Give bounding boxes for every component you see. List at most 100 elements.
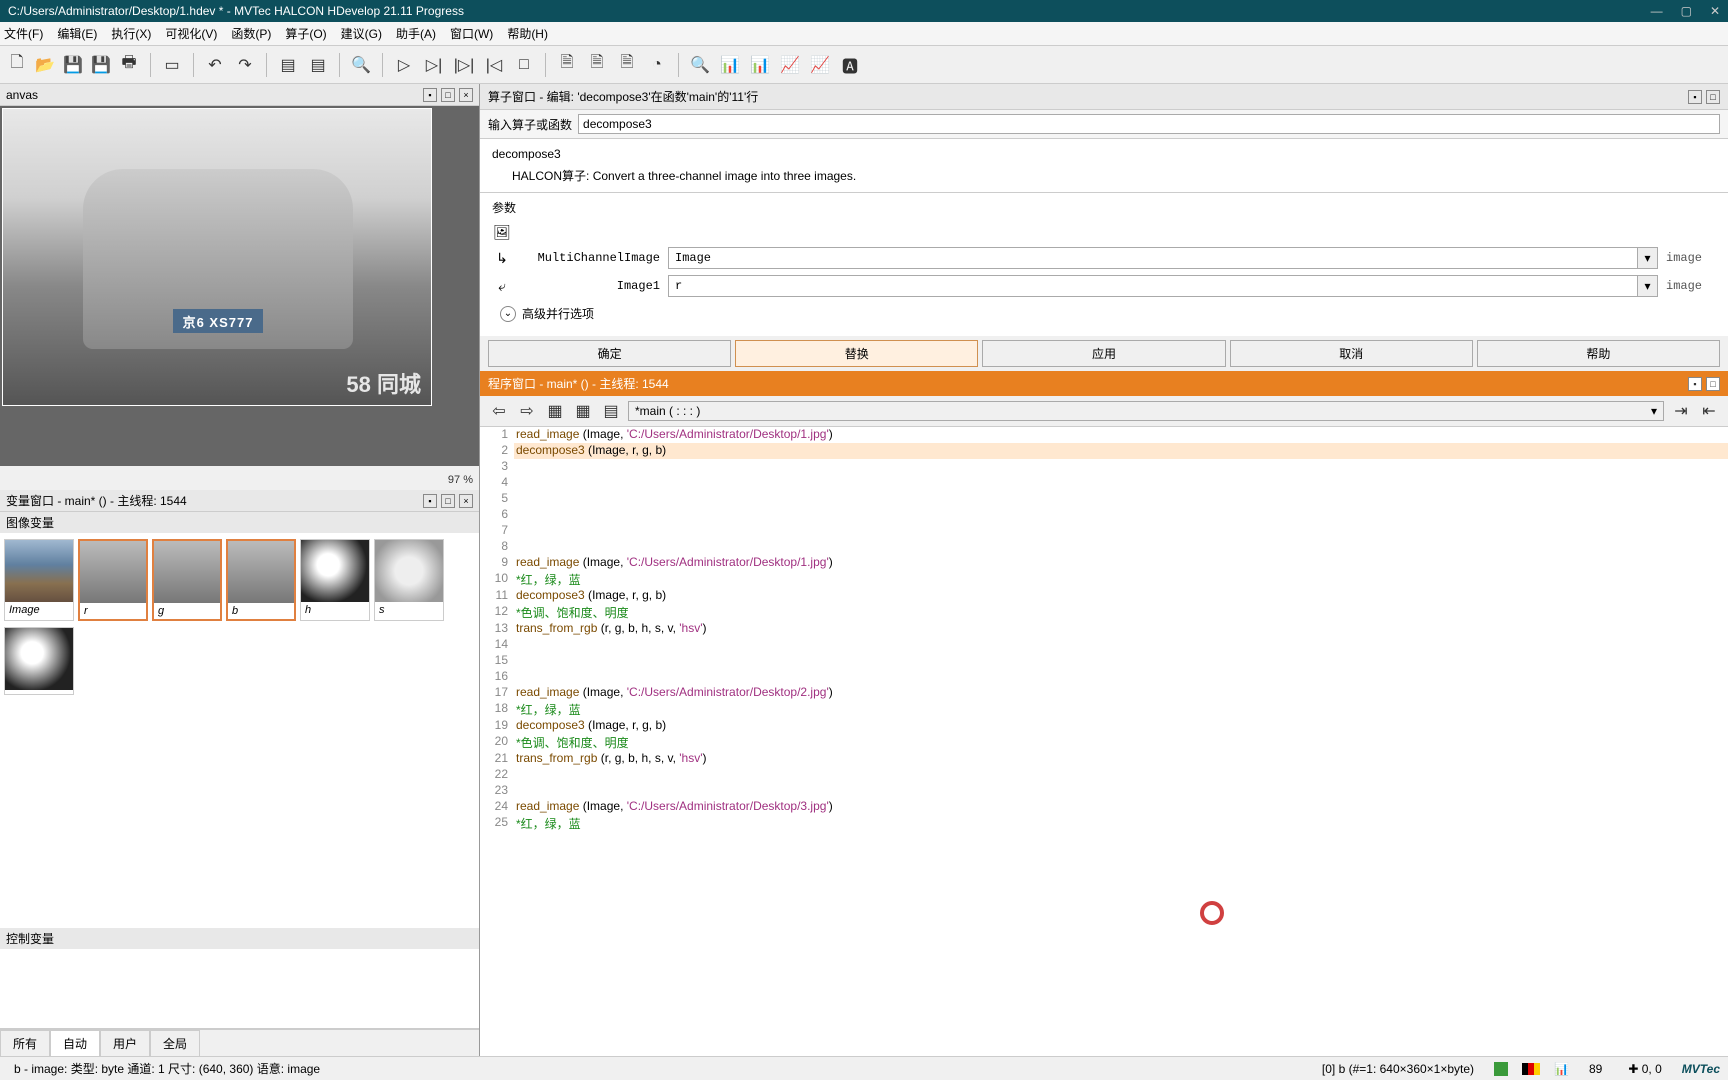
- step-icon[interactable]: ▷|: [423, 54, 445, 76]
- thumb-h[interactable]: h: [300, 539, 370, 621]
- record-icon[interactable]: ▭: [161, 54, 183, 76]
- menu-op[interactable]: 算子(O): [285, 25, 326, 42]
- doc3-icon[interactable]: 🗎: [616, 54, 638, 76]
- thumb-r[interactable]: r: [78, 539, 148, 621]
- ok-button[interactable]: 确定: [488, 340, 731, 367]
- text-icon[interactable]: 🅰: [839, 54, 861, 76]
- zoom-icon[interactable]: 🔍: [689, 54, 711, 76]
- thumb-s[interactable]: s: [374, 539, 444, 621]
- code-line-25[interactable]: 25*红，绿，蓝: [480, 815, 1728, 832]
- maximize-icon[interactable]: ▢: [1681, 4, 1692, 18]
- code-line-1[interactable]: 1read_image (Image, 'C:/Users/Administra…: [480, 427, 1728, 443]
- canvas-close-icon[interactable]: ×: [459, 88, 473, 102]
- save-icon[interactable]: 💾: [62, 54, 84, 76]
- code-line-5[interactable]: 5: [480, 491, 1728, 507]
- prog-pin-icon[interactable]: ▪: [1688, 377, 1702, 391]
- redo-icon[interactable]: ↷: [234, 54, 256, 76]
- function-selector[interactable]: *main ( : : : ) ▾: [628, 401, 1664, 421]
- menu-func[interactable]: 函数(P): [231, 25, 271, 42]
- op-max-icon[interactable]: □: [1706, 90, 1720, 104]
- op-pin-icon[interactable]: ▪: [1688, 90, 1702, 104]
- minimize-icon[interactable]: —: [1651, 4, 1663, 18]
- stop-icon[interactable]: □: [513, 54, 535, 76]
- code-line-22[interactable]: 22: [480, 767, 1728, 783]
- code-line-4[interactable]: 4: [480, 475, 1728, 491]
- timer-icon[interactable]: ◔: [646, 54, 668, 76]
- nav-fwd-icon[interactable]: ⇨: [516, 400, 538, 422]
- code-line-15[interactable]: 15: [480, 653, 1728, 669]
- saveall-icon[interactable]: 💾: [90, 54, 112, 76]
- advanced-options[interactable]: ⌄ 高级并行选项: [492, 305, 1716, 322]
- undo-icon[interactable]: ↶: [204, 54, 226, 76]
- open-icon[interactable]: 📂: [34, 54, 56, 76]
- stepback-icon[interactable]: |◁: [483, 54, 505, 76]
- prog-max-icon[interactable]: □: [1706, 377, 1720, 391]
- layout1-icon[interactable]: ▦: [544, 400, 566, 422]
- menu-vis[interactable]: 可视化(V): [165, 25, 217, 42]
- menu-edit[interactable]: 编辑(E): [57, 25, 97, 42]
- layout2-icon[interactable]: ▦: [572, 400, 594, 422]
- canvas-pin-icon[interactable]: ▪: [423, 88, 437, 102]
- stepover-icon[interactable]: |▷|: [453, 54, 475, 76]
- code-line-8[interactable]: 8: [480, 539, 1728, 555]
- apply-button[interactable]: 应用: [982, 340, 1225, 367]
- binoculars-icon[interactable]: 🔍: [350, 54, 372, 76]
- code-line-2[interactable]: 2decompose3 (Image, r, g, b): [480, 443, 1728, 459]
- code-line-23[interactable]: 23: [480, 783, 1728, 799]
- menu-win[interactable]: 窗口(W): [450, 25, 493, 42]
- run-icon[interactable]: ▷: [393, 54, 415, 76]
- chevron-down-icon[interactable]: ⌄: [500, 306, 516, 322]
- fn-dropdown-icon[interactable]: ▾: [1651, 404, 1657, 418]
- code-line-17[interactable]: 17read_image (Image, 'C:/Users/Administr…: [480, 685, 1728, 701]
- canvas-area[interactable]: 京6 XS777 58 同城 97 %: [0, 106, 479, 466]
- chart2-icon[interactable]: 📊: [749, 54, 771, 76]
- close-icon[interactable]: ✕: [1710, 4, 1720, 18]
- thumb-b[interactable]: b: [226, 539, 296, 621]
- menu-help[interactable]: 帮助(H): [507, 25, 548, 42]
- canvas-max-icon[interactable]: □: [441, 88, 455, 102]
- varwin-max-icon[interactable]: □: [441, 494, 455, 508]
- print-icon[interactable]: 🖶: [118, 54, 140, 76]
- code-line-20[interactable]: 20*色调、饱和度、明度: [480, 734, 1728, 751]
- param2-dropdown-icon[interactable]: ▾: [1638, 275, 1658, 297]
- cancel-button[interactable]: 取消: [1230, 340, 1473, 367]
- flag-icon[interactable]: [1522, 1063, 1540, 1075]
- code-line-7[interactable]: 7: [480, 523, 1728, 539]
- list1-icon[interactable]: ▤: [277, 54, 299, 76]
- menu-sugg[interactable]: 建议(G): [341, 25, 382, 42]
- param2-input[interactable]: [668, 275, 1638, 297]
- tab-auto[interactable]: 自动: [50, 1030, 100, 1056]
- new-icon[interactable]: 🗋: [6, 54, 28, 76]
- menu-exec[interactable]: 执行(X): [111, 25, 151, 42]
- chart4-icon[interactable]: 📈: [809, 54, 831, 76]
- varwin-pin-icon[interactable]: ▪: [423, 494, 437, 508]
- list2-icon[interactable]: ▤: [307, 54, 329, 76]
- code-line-6[interactable]: 6: [480, 507, 1728, 523]
- code-line-19[interactable]: 19decompose3 (Image, r, g, b): [480, 718, 1728, 734]
- code-line-24[interactable]: 24read_image (Image, 'C:/Users/Administr…: [480, 799, 1728, 815]
- doc2-icon[interactable]: 🗎: [586, 54, 608, 76]
- layout3-icon[interactable]: ▤: [600, 400, 622, 422]
- code-editor[interactable]: 1read_image (Image, 'C:/Users/Administra…: [480, 427, 1728, 1056]
- export-icon[interactable]: ⇥: [1670, 400, 1692, 422]
- param1-dropdown-icon[interactable]: ▾: [1638, 247, 1658, 269]
- chart1-icon[interactable]: 📊: [719, 54, 741, 76]
- thumb-Image[interactable]: Image: [4, 539, 74, 621]
- code-line-21[interactable]: 21trans_from_rgb (r, g, b, h, s, v, 'hsv…: [480, 751, 1728, 767]
- tab-all[interactable]: 所有: [0, 1030, 50, 1056]
- tab-user[interactable]: 用户: [100, 1030, 150, 1056]
- code-line-9[interactable]: 9➔read_image (Image, 'C:/Users/Administr…: [480, 555, 1728, 571]
- code-line-12[interactable]: 12*色调、饱和度、明度: [480, 604, 1728, 621]
- import-icon[interactable]: ⇤: [1698, 400, 1720, 422]
- tab-global[interactable]: 全局: [150, 1030, 200, 1056]
- code-line-13[interactable]: 13trans_from_rgb (r, g, b, h, s, v, 'hsv…: [480, 621, 1728, 637]
- replace-button[interactable]: 替换: [735, 340, 978, 367]
- code-line-18[interactable]: 18*红，绿，蓝: [480, 701, 1728, 718]
- code-line-14[interactable]: 14: [480, 637, 1728, 653]
- thumb-extra[interactable]: [4, 627, 74, 695]
- menu-file[interactable]: 文件(F): [4, 25, 43, 42]
- code-line-11[interactable]: 11decompose3 (Image, r, g, b): [480, 588, 1728, 604]
- code-line-10[interactable]: 10*红，绿，蓝: [480, 571, 1728, 588]
- code-line-3[interactable]: 3: [480, 459, 1728, 475]
- chart3-icon[interactable]: 📈: [779, 54, 801, 76]
